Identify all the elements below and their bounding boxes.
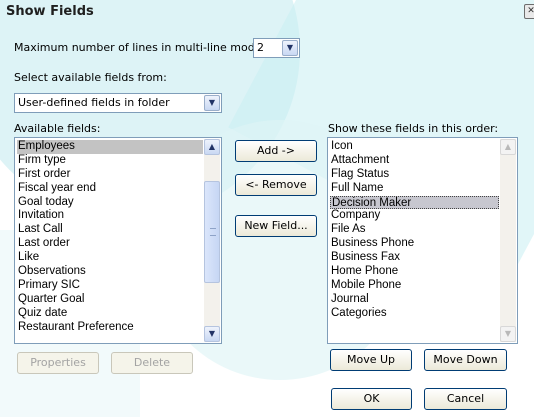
- shown-fields-list[interactable]: Icon Attachment Flag Status Full Name Decisi…: [327, 137, 518, 344]
- chevron-down-icon[interactable]: ▼: [204, 95, 220, 111]
- chevron-up-icon: ▲: [500, 139, 516, 155]
- list-item[interactable]: Attachment: [330, 154, 499, 168]
- select-from-value: User-defined fields in folder: [18, 96, 170, 109]
- list-item[interactable]: Full Name: [330, 182, 499, 196]
- select-from-dropdown[interactable]: User-defined fields in folder ▼: [14, 93, 222, 113]
- list-item[interactable]: First order: [17, 168, 203, 182]
- chevron-up-icon[interactable]: ▲: [204, 139, 220, 155]
- list-item[interactable]: Quarter Goal: [17, 293, 203, 307]
- remove-button[interactable]: <- Remove: [235, 174, 317, 196]
- cancel-button[interactable]: Cancel: [424, 388, 507, 410]
- new-field-button[interactable]: New Field...: [235, 215, 317, 237]
- list-item[interactable]: Like: [17, 251, 203, 265]
- max-lines-select[interactable]: 2 ▼: [253, 38, 300, 58]
- delete-button: Delete: [111, 352, 193, 374]
- title-bar[interactable]: Show Fields ✕: [0, 0, 534, 22]
- close-icon[interactable]: ✕: [524, 4, 534, 19]
- list-item[interactable]: Home Phone: [330, 265, 499, 279]
- scroll-thumb[interactable]: [204, 181, 220, 283]
- list-item[interactable]: Business Fax: [330, 251, 499, 265]
- available-scrollbar[interactable]: ▲ ▼: [204, 139, 220, 342]
- available-fields-list[interactable]: Employees Firm type First order Fiscal year…: [14, 137, 222, 344]
- list-item[interactable]: Mobile Phone: [330, 279, 499, 293]
- ok-button[interactable]: OK: [331, 388, 412, 410]
- max-lines-label: Maximum number of lines in multi-line mo…: [14, 41, 266, 54]
- list-item[interactable]: Fiscal year end: [17, 182, 203, 196]
- properties-button: Properties: [17, 352, 99, 374]
- move-down-button[interactable]: Move Down: [424, 349, 507, 371]
- shown-fields-label: Show these fields in this order:: [328, 122, 499, 135]
- grip-icon: [210, 228, 216, 236]
- list-item[interactable]: Flag Status: [330, 168, 499, 182]
- add-button[interactable]: Add ->: [235, 140, 317, 162]
- list-item[interactable]: Company: [330, 209, 499, 223]
- list-item[interactable]: Firm type: [17, 154, 203, 168]
- available-fields-items: Employees Firm type First order Fiscal year…: [17, 140, 203, 334]
- chevron-down-icon[interactable]: ▼: [204, 326, 220, 342]
- list-item[interactable]: Categories: [330, 307, 499, 321]
- max-lines-value: 2: [257, 41, 264, 54]
- show-fields-dialog: Show Fields ✕ Maximum number of lines in…: [0, 0, 534, 417]
- shown-scrollbar: ▲ ▼: [500, 139, 516, 342]
- shown-fields-items: Icon Attachment Flag Status Full Name Decisi…: [330, 140, 499, 321]
- list-item[interactable]: Icon: [330, 140, 499, 154]
- select-from-label: Select available fields from:: [14, 71, 167, 84]
- list-item[interactable]: Journal: [330, 293, 499, 307]
- list-item[interactable]: File As: [330, 223, 499, 237]
- list-item[interactable]: Last order: [17, 237, 203, 251]
- list-item[interactable]: Business Phone: [330, 237, 499, 251]
- list-item[interactable]: Goal today: [17, 196, 203, 210]
- list-item[interactable]: Quiz date: [17, 307, 203, 321]
- list-item[interactable]: Invitation: [17, 209, 203, 223]
- dialog-title: Show Fields: [6, 4, 94, 19]
- list-item[interactable]: Restaurant Preference: [17, 321, 203, 335]
- list-item[interactable]: Last Call: [17, 223, 203, 237]
- list-item[interactable]: Employees: [17, 140, 203, 154]
- list-item[interactable]: Observations: [17, 265, 203, 279]
- list-item[interactable]: Decision Maker: [330, 195, 499, 210]
- available-fields-label: Available fields:: [14, 122, 101, 135]
- chevron-down-icon: ▼: [500, 326, 516, 342]
- move-up-button[interactable]: Move Up: [330, 349, 412, 371]
- list-item[interactable]: Primary SIC: [17, 279, 203, 293]
- chevron-down-icon[interactable]: ▼: [282, 40, 298, 56]
